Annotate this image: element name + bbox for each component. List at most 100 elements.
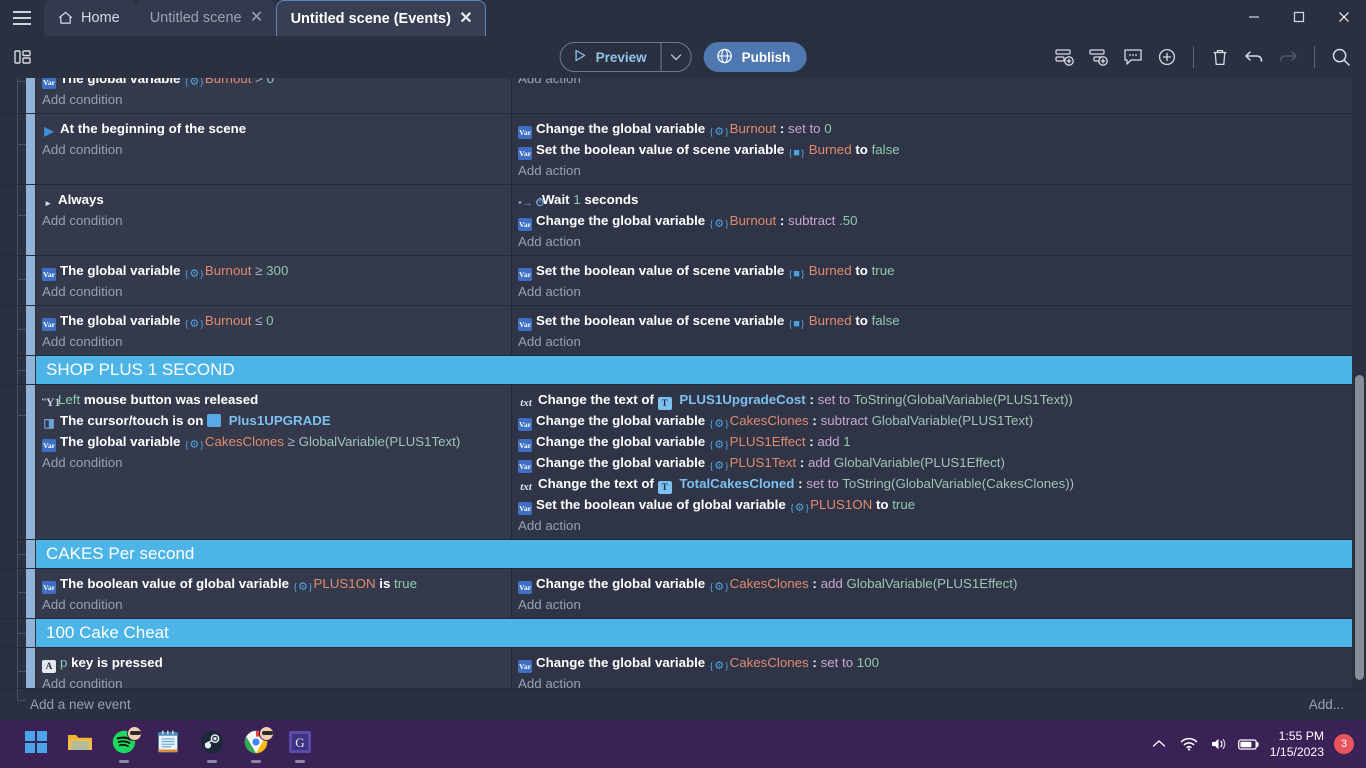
tab-untitled-scene-events[interactable]: Untitled scene (Events) ✕ (275, 0, 486, 36)
volume-icon[interactable] (1204, 720, 1234, 768)
delete-icon[interactable] (1205, 41, 1235, 73)
add-condition-button[interactable]: Add condition (42, 139, 505, 160)
add-condition-button[interactable]: Add condition (42, 210, 505, 231)
add-condition-button[interactable]: Add condition (42, 89, 505, 110)
action-row[interactable]: Var Set the boolean value of global varia… (518, 494, 1346, 515)
close-icon[interactable]: ✕ (250, 10, 264, 26)
event-row[interactable]: Ap key is pressed Add condition Var Change … (0, 648, 1352, 688)
conditions-column[interactable]: Ὓ1Left mouse button was released ◨ The cur… (36, 385, 512, 539)
gdevelop-button[interactable]: G (278, 722, 322, 766)
event-row[interactable]: ▸ Always Add condition •→ ⏱Wait 1 seconds Va… (0, 185, 1352, 256)
add-condition-button[interactable]: Add condition (42, 673, 505, 688)
conditions-column[interactable]: Ap key is pressed Add condition (36, 648, 512, 688)
actions-column[interactable]: txt Change the text of T PLUS1UpgradeCost… (512, 385, 1352, 539)
add-more-button[interactable]: Add... (1309, 697, 1344, 712)
show-hidden-icons-button[interactable] (1144, 720, 1174, 768)
add-condition-button[interactable]: Add condition (42, 331, 505, 352)
chevron-down-icon[interactable] (660, 43, 691, 71)
events-sheet[interactable]: Var The global variable {⚙} Burnout > 0 Ad… (0, 78, 1366, 688)
add-action-button[interactable]: Add action (518, 160, 1346, 181)
actions-column[interactable]: Var Change the global variable {⚙} CakesC… (512, 569, 1352, 618)
event-row[interactable]: Var The global variable {⚙} Burnout ≤ 0 Ad… (0, 306, 1352, 356)
condition-row[interactable]: ▸ Always (42, 189, 505, 210)
add-condition-button[interactable]: Add condition (42, 452, 505, 473)
add-sub-event-icon[interactable] (1084, 41, 1114, 73)
actions-column[interactable]: •→ ⏱Wait 1 seconds Var Change the global v… (512, 185, 1352, 255)
steam-button[interactable] (190, 722, 234, 766)
add-action-button[interactable]: Add action (518, 231, 1346, 252)
redo-icon[interactable] (1273, 41, 1303, 73)
maximize-button[interactable] (1276, 0, 1321, 34)
actions-column[interactable]: Add action (512, 78, 1352, 113)
condition-row[interactable]: ◨ The cursor/touch is on Plus1UPGRADE (42, 410, 505, 431)
add-comment-icon[interactable] (1118, 41, 1148, 73)
condition-row[interactable]: Var The boolean value of global variable … (42, 573, 505, 594)
condition-row[interactable]: Var The global variable {⚙} Burnout > 0 (42, 78, 505, 89)
event-row[interactable]: Var The boolean value of global variable … (0, 569, 1352, 619)
chrome-button[interactable] (234, 722, 278, 766)
conditions-column[interactable]: Var The global variable {⚙} Burnout > 0 Ad… (36, 78, 512, 113)
search-icon[interactable] (1326, 41, 1356, 73)
undo-icon[interactable] (1239, 41, 1269, 73)
conditions-column[interactable]: Var The boolean value of global variable … (36, 569, 512, 618)
preview-button[interactable]: Preview (561, 43, 661, 71)
action-row[interactable]: Var Change the global variable {⚙} CakesC… (518, 573, 1346, 594)
add-object-icon[interactable] (1152, 41, 1182, 73)
add-action-button[interactable]: Add action (518, 594, 1346, 615)
event-group-row[interactable]: 100 Cake Cheat (0, 619, 1352, 648)
conditions-column[interactable]: ▶ At the beginning of the scene Add condit… (36, 114, 512, 184)
action-row[interactable]: Var Change the global variable {⚙} PLUS1T… (518, 452, 1346, 473)
spotify-button[interactable] (102, 722, 146, 766)
action-row[interactable]: txt Change the text of T TotalCakesCloned… (518, 473, 1346, 494)
publish-button[interactable]: Publish (703, 42, 807, 72)
add-action-button[interactable]: Add action (518, 331, 1346, 352)
action-row[interactable]: Var Change the global variable {⚙} Burnou… (518, 118, 1346, 139)
condition-row[interactable]: Var The global variable {⚙} Burnout ≥ 300 (42, 260, 505, 281)
add-new-event-button[interactable]: Add a new event (30, 697, 131, 712)
minimize-button[interactable] (1231, 0, 1276, 34)
event-row[interactable]: Var The global variable {⚙} Burnout > 0 Ad… (0, 78, 1352, 114)
condition-row[interactable]: Ὓ1Left mouse button was released (42, 389, 505, 410)
close-button[interactable] (1321, 0, 1366, 34)
panel-layout-icon[interactable] (0, 36, 46, 78)
add-action-button[interactable]: Add action (518, 281, 1346, 302)
actions-column[interactable]: Var Change the global variable {⚙} Burnou… (512, 114, 1352, 184)
event-group-row[interactable]: CAKES Per second (0, 540, 1352, 569)
action-row[interactable]: Var Change the global variable {⚙} PLUS1E… (518, 431, 1346, 452)
events-scrollbar[interactable] (1352, 78, 1366, 688)
battery-icon[interactable] (1234, 720, 1264, 768)
condition-row[interactable]: ▶ At the beginning of the scene (42, 118, 505, 139)
conditions-column[interactable]: Var The global variable {⚙} Burnout ≥ 300… (36, 256, 512, 305)
event-row[interactable]: Var The global variable {⚙} Burnout ≥ 300… (0, 256, 1352, 306)
actions-column[interactable]: Var Change the global variable {⚙} CakesC… (512, 648, 1352, 688)
actions-column[interactable]: Var Set the boolean value of scene variab… (512, 256, 1352, 305)
action-row[interactable]: Var Set the boolean value of scene variab… (518, 260, 1346, 281)
actions-column[interactable]: Var Set the boolean value of scene variab… (512, 306, 1352, 355)
conditions-column[interactable]: Var The global variable {⚙} Burnout ≤ 0 Ad… (36, 306, 512, 355)
conditions-column[interactable]: ▸ Always Add condition (36, 185, 512, 255)
add-condition-button[interactable]: Add condition (42, 594, 505, 615)
condition-row[interactable]: Ap key is pressed (42, 652, 505, 673)
condition-row[interactable]: Var The global variable {⚙} Burnout ≤ 0 (42, 310, 505, 331)
add-condition-button[interactable]: Add condition (42, 281, 505, 302)
event-row[interactable]: ▶ At the beginning of the scene Add condit… (0, 114, 1352, 185)
main-menu-icon[interactable] (0, 0, 44, 36)
add-action-button[interactable]: Add action (518, 515, 1346, 536)
events-scrollbar-thumb[interactable] (1355, 375, 1364, 680)
action-row[interactable]: Var Change the global variable {⚙} CakesC… (518, 652, 1346, 673)
event-row[interactable]: Ὓ1Left mouse button was released ◨ The cur… (0, 385, 1352, 540)
notification-badge[interactable]: 3 (1334, 734, 1354, 754)
action-row[interactable]: Var Set the boolean value of scene variab… (518, 310, 1346, 331)
action-row[interactable]: Var Set the boolean value of scene variab… (518, 139, 1346, 160)
close-icon[interactable]: ✕ (459, 10, 473, 27)
action-row[interactable]: txt Change the text of T PLUS1UpgradeCost… (518, 389, 1346, 410)
event-group-row[interactable]: SHOP PLUS 1 SECOND (0, 356, 1352, 385)
tab-untitled-scene[interactable]: Untitled scene ✕ (135, 0, 276, 36)
add-action-button[interactable]: Add action (518, 673, 1346, 688)
wifi-icon[interactable] (1174, 720, 1204, 768)
tab-home[interactable]: Home (44, 0, 136, 36)
notepad-button[interactable] (146, 722, 190, 766)
action-row[interactable]: •→ ⏱Wait 1 seconds (518, 189, 1346, 210)
action-row[interactable]: Var Change the global variable {⚙} Burnou… (518, 210, 1346, 231)
start-button[interactable] (14, 722, 58, 766)
